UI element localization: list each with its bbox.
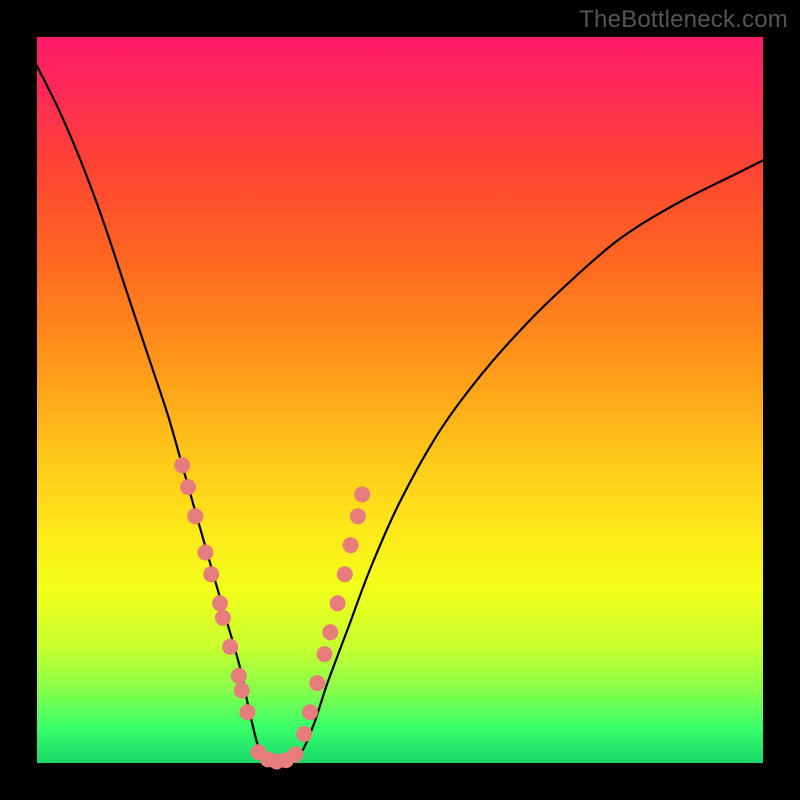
data-dot [212, 595, 228, 611]
data-dot [330, 595, 346, 611]
data-dot [343, 537, 359, 553]
data-dot [215, 610, 231, 626]
data-dot [288, 746, 304, 762]
data-dot [203, 566, 219, 582]
outer-frame: TheBottleneck.com [0, 0, 800, 800]
dot-group [174, 457, 370, 769]
data-dot [180, 479, 196, 495]
data-dot [234, 682, 250, 698]
curve-layer [37, 37, 763, 763]
data-dot [174, 457, 190, 473]
data-dot [302, 704, 318, 720]
data-dot [222, 639, 238, 655]
data-dot [354, 486, 370, 502]
data-dot [337, 566, 353, 582]
watermark-text: TheBottleneck.com [579, 6, 788, 34]
data-dot [231, 668, 247, 684]
data-dot [309, 675, 325, 691]
data-dot [322, 624, 338, 640]
data-dot [240, 704, 256, 720]
data-dot [187, 508, 203, 524]
plot-area [37, 37, 763, 763]
bottleneck-curve [37, 66, 763, 763]
data-dot [350, 508, 366, 524]
data-dot [317, 646, 333, 662]
data-dot [296, 726, 312, 742]
data-dot [197, 545, 213, 561]
